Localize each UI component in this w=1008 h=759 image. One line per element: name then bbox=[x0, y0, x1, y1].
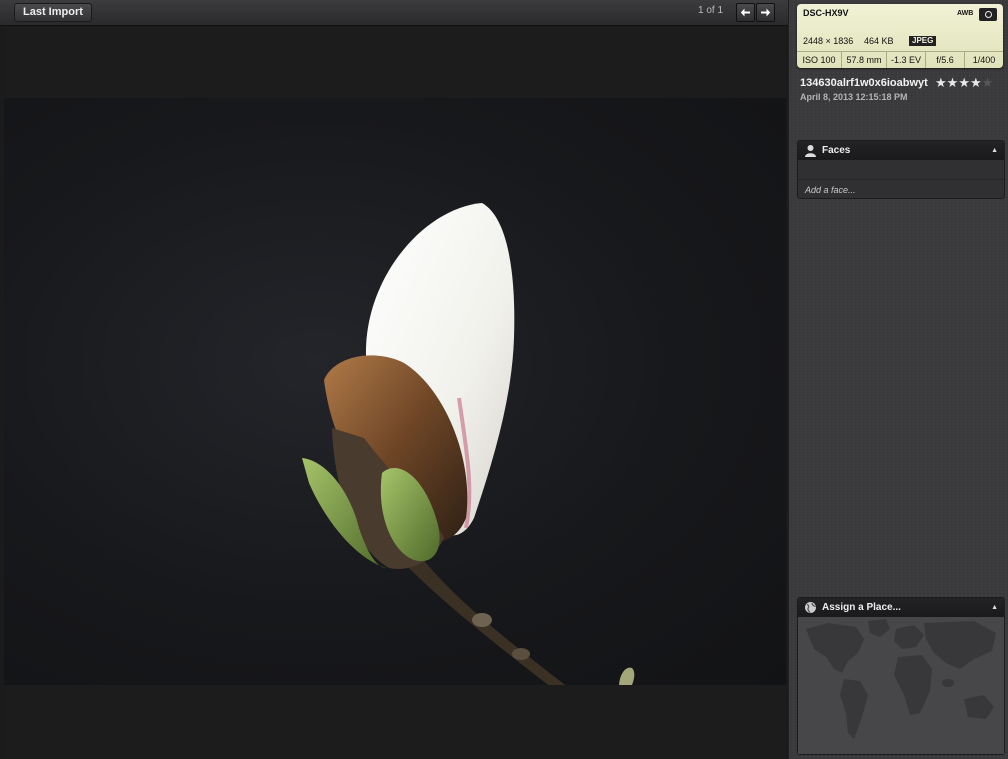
arrow-left-icon bbox=[740, 8, 750, 17]
places-panel-title: Assign a Place... bbox=[822, 602, 901, 613]
divider bbox=[798, 179, 1004, 180]
photo-viewer bbox=[4, 26, 786, 759]
collapse-triangle-icon[interactable]: ▲ bbox=[991, 141, 998, 160]
metering-icon bbox=[979, 8, 997, 21]
globe-icon bbox=[805, 602, 816, 613]
places-panel: Assign a Place... ▲ bbox=[797, 597, 1005, 755]
camera-model: DSC-HX9V bbox=[803, 8, 849, 18]
white-balance: AWB bbox=[957, 10, 974, 17]
faces-panel: Faces ▲ Add a face... bbox=[797, 140, 1005, 199]
add-face-field[interactable]: Add a face... bbox=[805, 185, 856, 195]
info-sidebar: DSC-HX9V AWB 2448 × 1836 464 KB JPEG ISO… bbox=[788, 0, 1008, 759]
places-panel-header[interactable]: Assign a Place... ▲ bbox=[798, 598, 1004, 617]
photo-counter: 1 of 1 bbox=[698, 5, 724, 16]
exposure-bias-value: -1.3 EV bbox=[887, 52, 926, 68]
star-icon[interactable]: ★ bbox=[947, 75, 959, 90]
faces-panel-header[interactable]: Faces ▲ bbox=[798, 141, 1004, 160]
person-icon bbox=[805, 145, 816, 157]
toolbar: Last Import 1 of 1 bbox=[0, 0, 788, 26]
photo-title[interactable]: 134630alrf1w0x6ioabwyt bbox=[800, 77, 928, 89]
collapse-triangle-icon[interactable]: ▲ bbox=[991, 598, 998, 617]
star-icon[interactable]: ★ bbox=[935, 75, 947, 90]
previous-photo-button[interactable] bbox=[736, 3, 755, 22]
file-format-badge: JPEG bbox=[909, 36, 937, 46]
iso-value: ISO 100 bbox=[797, 52, 842, 68]
shutter-speed-value: 1/400 bbox=[972, 55, 996, 65]
exif-row: ISO 100 57.8 mm -1.3 EV f/5.6 1/400 bbox=[797, 51, 1003, 68]
photo-date: April 8, 2013 12:15:18 PM bbox=[800, 92, 908, 102]
star-icon[interactable]: ★ bbox=[982, 75, 994, 90]
aperture-value: f/5.6 bbox=[926, 52, 965, 68]
last-import-button[interactable]: Last Import bbox=[14, 3, 92, 22]
arrow-right-icon bbox=[761, 8, 771, 17]
star-icon[interactable]: ★ bbox=[958, 75, 970, 90]
faces-panel-title: Faces bbox=[822, 145, 851, 156]
next-photo-button[interactable] bbox=[756, 3, 775, 22]
photo-image[interactable] bbox=[4, 98, 786, 685]
exif-info-card: DSC-HX9V AWB 2448 × 1836 464 KB JPEG ISO… bbox=[797, 4, 1003, 68]
file-size: 464 KB bbox=[864, 36, 894, 46]
focal-length-value: 57.8 mm bbox=[842, 52, 887, 68]
world-map[interactable] bbox=[798, 617, 1004, 754]
star-icon[interactable]: ★ bbox=[970, 75, 982, 90]
image-dimensions: 2448 × 1836 bbox=[803, 36, 854, 46]
star-rating[interactable]: ★★★★★ bbox=[935, 75, 993, 91]
